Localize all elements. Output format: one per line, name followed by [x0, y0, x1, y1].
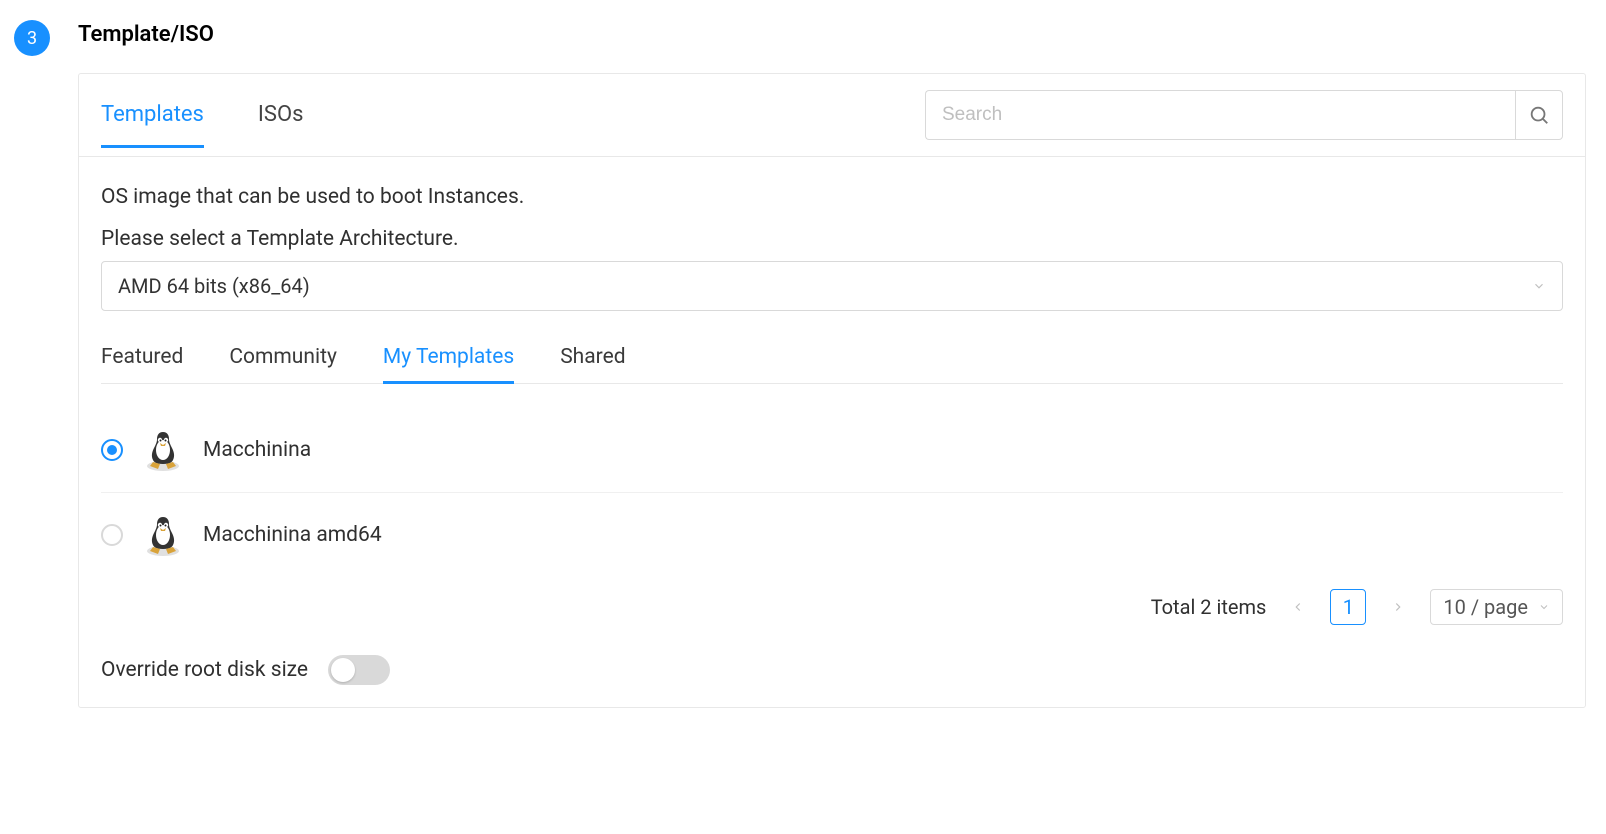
- step-title: Template/ISO: [78, 22, 1586, 47]
- pagination-next[interactable]: [1382, 591, 1414, 623]
- template-row[interactable]: Macchinina: [101, 408, 1563, 493]
- template-list: Macchinina: [101, 408, 1563, 577]
- search-group: [925, 90, 1563, 140]
- search-input[interactable]: [925, 90, 1515, 140]
- step-number: 3: [27, 28, 37, 49]
- pagination-total: Total 2 items: [1151, 595, 1267, 619]
- filter-tab-my-templates[interactable]: My Templates: [383, 333, 514, 384]
- filter-tab-community-label: Community: [229, 345, 337, 369]
- filter-tab-my-templates-label: My Templates: [383, 345, 514, 369]
- template-row[interactable]: Macchinina amd64: [101, 493, 1563, 577]
- linux-icon: [145, 513, 181, 557]
- chevron-right-icon: [1391, 600, 1405, 614]
- architecture-select[interactable]: AMD 64 bits (x86_64): [101, 261, 1563, 311]
- tab-isos-label: ISOs: [258, 102, 304, 127]
- pagination-prev[interactable]: [1282, 591, 1314, 623]
- pagination-page-1[interactable]: 1: [1330, 589, 1366, 625]
- template-radio[interactable]: [101, 524, 123, 546]
- architecture-label: Please select a Template Architecture.: [101, 227, 1563, 251]
- top-tabs: Templates ISOs: [101, 82, 303, 148]
- search-button[interactable]: [1515, 90, 1563, 140]
- filter-tab-featured-label: Featured: [101, 345, 183, 369]
- override-label: Override root disk size: [101, 658, 308, 682]
- filter-tab-community[interactable]: Community: [229, 333, 337, 384]
- override-switch[interactable]: [328, 655, 390, 685]
- filter-tab-featured[interactable]: Featured: [101, 333, 183, 384]
- step-rail: 3: [14, 20, 50, 66]
- pagination-size-label: 10 / page: [1443, 595, 1528, 619]
- search-icon: [1528, 104, 1550, 126]
- tab-templates[interactable]: Templates: [101, 82, 204, 148]
- switch-knob: [331, 658, 355, 682]
- template-name: Macchinina: [203, 438, 311, 462]
- chevron-down-icon: [1538, 601, 1550, 613]
- override-row: Override root disk size: [101, 655, 1563, 685]
- chevron-down-icon: [1532, 279, 1546, 293]
- tab-isos[interactable]: ISOs: [258, 82, 304, 148]
- filter-tabs: Featured Community My Templates Shared: [101, 333, 1563, 384]
- template-panel: Templates ISOs: [78, 73, 1586, 708]
- pagination: Total 2 items 1 1: [101, 589, 1563, 625]
- pagination-size-select[interactable]: 10 / page: [1430, 589, 1563, 625]
- template-radio[interactable]: [101, 439, 123, 461]
- architecture-selected: AMD 64 bits (x86_64): [118, 274, 310, 298]
- filter-tab-shared[interactable]: Shared: [560, 333, 625, 384]
- chevron-left-icon: [1291, 600, 1305, 614]
- linux-icon: [145, 428, 181, 472]
- step-number-badge: 3: [14, 20, 50, 56]
- template-name: Macchinina amd64: [203, 523, 382, 547]
- pagination-page-label: 1: [1343, 595, 1354, 619]
- description: OS image that can be used to boot Instan…: [101, 185, 1563, 209]
- tab-templates-label: Templates: [101, 102, 204, 127]
- filter-tab-shared-label: Shared: [560, 345, 625, 369]
